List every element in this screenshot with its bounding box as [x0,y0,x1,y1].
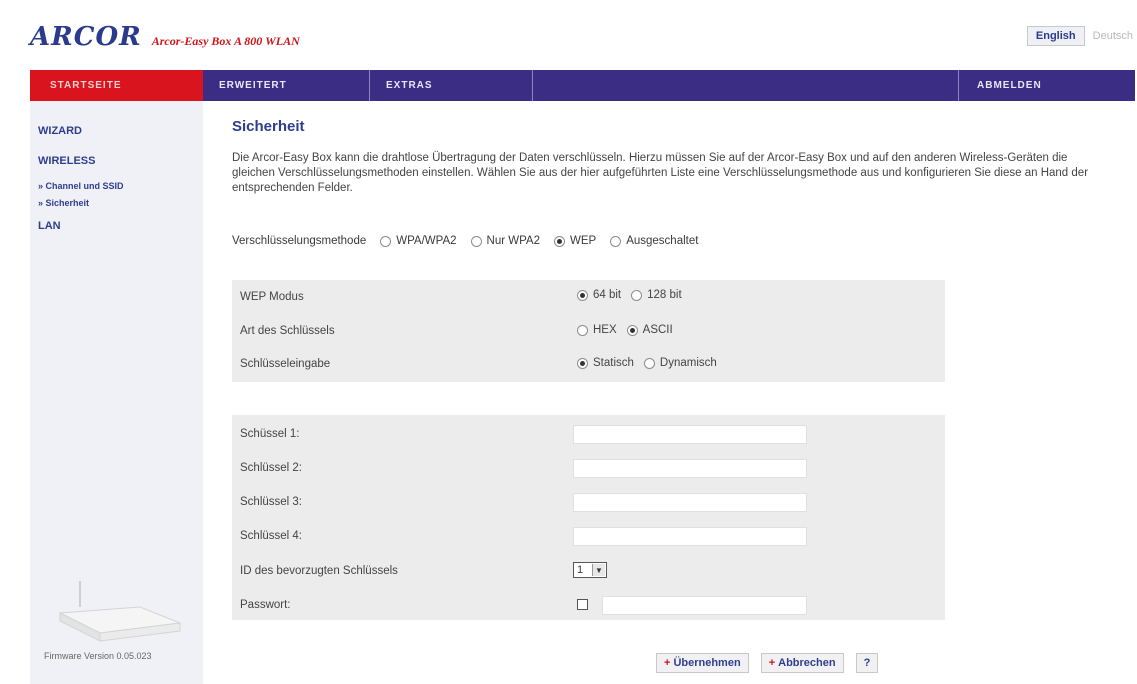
button-label: Abbrechen [778,657,836,669]
key2-input[interactable] [573,459,807,478]
key1-label: Schüssel 1: [240,428,300,440]
radio-label: 128 bit [647,289,682,301]
radio-label: Statisch [593,357,634,369]
radio-circle [643,357,655,369]
radio-circle [380,235,392,247]
sidebar-item-lan[interactable]: LAN [38,220,61,232]
key4-input[interactable] [573,527,807,546]
wep-settings-panel: WEP Modus 64 bit 128 bit Art des Schlüss… [232,280,945,382]
firmware-version: Firmware Version 0.05.023 [44,651,152,661]
wep-64bit-radio[interactable]: 64 bit [577,289,621,301]
main-nav: STARTSEITE ERWEITERT EXTRAS ABMELDEN [30,70,1135,101]
key-entry-dynamic-radio[interactable]: Dynamisch [643,357,717,369]
sidebar-item-sicherheit[interactable]: » Sicherheit [38,198,89,208]
radio-circle [470,235,482,247]
method-nur-wpa2-radio[interactable]: Nur WPA2 [470,235,540,247]
radio-label: Nur WPA2 [486,235,540,247]
radio-circle-selected [554,235,565,247]
logo: ARCOR Arcor-Easy Box A 800 WLAN [30,22,300,52]
key-entry-options: Statisch Dynamisch [577,357,717,369]
action-buttons: + Übernehmen + Abbrechen ? [656,653,879,673]
page-title: Sicherheit [232,118,305,135]
encryption-method-row: Verschlüsselungsmethode WPA/WPA2 Nur WPA… [232,235,698,247]
key-entry-static-radio[interactable]: Statisch [577,357,634,369]
nav-spacer [533,70,959,101]
password-checkbox[interactable] [577,599,588,610]
keys-panel: Schüssel 1: Schlüssel 2: Schlüssel 3: Sc… [232,415,945,620]
wep-mode-options: 64 bit 128 bit [577,289,682,301]
key-type-hex-radio[interactable]: HEX [577,324,617,336]
key-type-ascii-radio[interactable]: ASCII [626,324,673,336]
nav-startseite[interactable]: STARTSEITE [30,70,203,101]
lang-deutsch-link[interactable]: Deutsch [1093,30,1133,42]
radio-label: Ausgeschaltet [626,235,699,247]
radio-circle-selected [626,324,638,336]
nav-extras[interactable]: EXTRAS [370,70,533,101]
key1-input[interactable] [573,425,807,444]
radio-label: WEP [570,235,597,247]
sidebar: WIZARD WIRELESS » Channel und SSID » Sic… [30,101,203,684]
radio-label: Dynamisch [659,357,717,369]
logo-text: ARCOR [30,22,142,52]
key3-label: Schlüssel 3: [240,496,303,508]
page: ARCOR Arcor-Easy Box A 800 WLAN English … [0,0,1137,684]
radio-circle [610,235,622,247]
sidebar-item-channel-ssid[interactable]: » Channel und SSID [38,181,124,191]
button-label: Übernehmen [673,657,741,669]
key-entry-label: Schlüsseleingabe [240,358,331,370]
radio-circle-selected [577,357,588,369]
help-button[interactable]: ? [855,653,879,673]
wep-mode-label: WEP Modus [240,291,304,303]
nav-abmelden[interactable]: ABMELDEN [959,70,1135,101]
radio-circle [631,289,643,301]
sidebar-item-wireless[interactable]: WIRELESS [38,155,95,167]
password-input[interactable] [602,596,807,615]
method-wep-radio[interactable]: WEP [554,235,596,247]
plus-icon: + [768,657,776,669]
language-switch: English Deutsch [1026,26,1133,46]
radio-label: HEX [593,324,617,336]
key3-input[interactable] [573,493,807,512]
preferred-key-select[interactable]: 1 ▼ [573,562,607,578]
radio-label: ASCII [642,324,673,336]
radio-circle [577,324,588,336]
cancel-button[interactable]: + Abbrechen [760,653,844,673]
router-image [30,571,203,651]
key4-label: Schlüssel 4: [240,530,303,542]
method-ausgeschaltet-radio[interactable]: Ausgeschaltet [610,235,698,247]
method-wpa-wpa2-radio[interactable]: WPA/WPA2 [380,235,457,247]
lang-english-button[interactable]: English [1026,26,1085,46]
wep-128bit-radio[interactable]: 128 bit [631,289,682,301]
header: ARCOR Arcor-Easy Box A 800 WLAN English … [30,18,1135,58]
password-label: Passwort: [240,599,291,611]
preferred-key-label: ID des bevorzugten Schlüssels [240,565,398,577]
key-type-label: Art des Schlüssels [240,325,335,337]
encryption-method-label: Verschlüsselungsmethode [232,235,367,247]
key2-label: Schlüssel 2: [240,462,303,474]
description-text: Die Arcor-Easy Box kann die drahtlose Üb… [232,152,1089,194]
apply-button[interactable]: + Übernehmen [656,653,749,673]
radio-label: WPA/WPA2 [396,235,457,247]
select-value: 1 [577,564,584,576]
radio-label: 64 bit [593,289,622,301]
key-type-options: HEX ASCII [577,324,673,336]
radio-circle-selected [577,289,588,301]
sidebar-item-wizard[interactable]: WIZARD [38,125,82,137]
nav-erweitert[interactable]: ERWEITERT [203,70,370,101]
logo-subtitle: Arcor-Easy Box A 800 WLAN [151,34,300,48]
plus-icon: + [664,657,671,669]
chevron-down-icon: ▼ [592,564,605,576]
